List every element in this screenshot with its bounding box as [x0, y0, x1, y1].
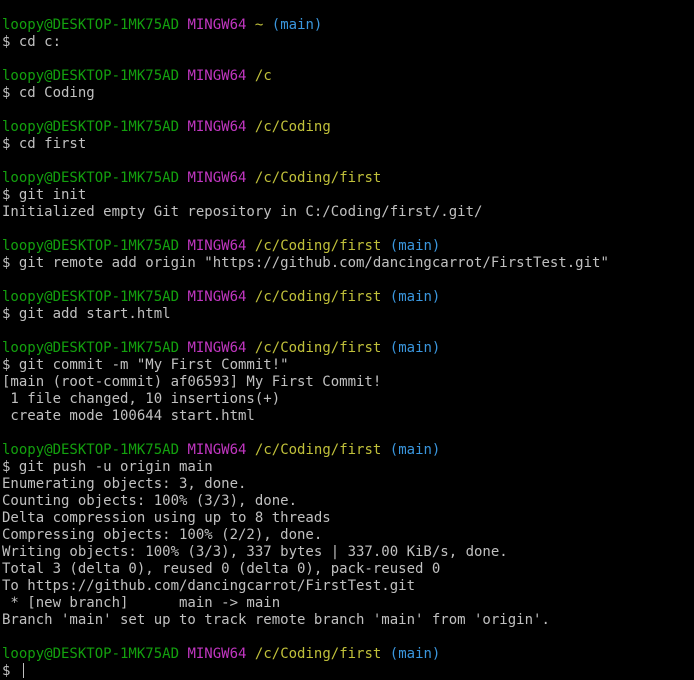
prompt-msystem: MINGW64	[187, 170, 247, 186]
prompt-line: loopy@DESKTOP-1MK75AD MINGW64 /c/Coding/…	[2, 238, 694, 255]
command-line: $ cd Coding	[2, 85, 694, 102]
output-text: create mode 100644 start.html	[2, 408, 255, 424]
prompt-user-host: loopy@DESKTOP-1MK75AD	[2, 340, 180, 356]
prompt-path: /c/Coding/first	[254, 238, 382, 254]
command-line: $ git push -u origin main	[2, 459, 694, 476]
prompt-user-host: loopy@DESKTOP-1MK75AD	[2, 17, 180, 33]
command-line: $ cd c:	[2, 34, 694, 51]
prompt-msystem: MINGW64	[187, 17, 247, 33]
prompt-path: /c	[254, 68, 272, 84]
output-line: Delta compression using up to 8 threads	[2, 510, 694, 527]
prompt-line: loopy@DESKTOP-1MK75AD MINGW64 /c/Coding/…	[2, 646, 694, 663]
output-line: [main (root-commit) af06593] My First Co…	[2, 374, 694, 391]
prompt-path: /c/Coding/first	[254, 170, 382, 186]
prompt-path: /c/Coding/first	[254, 289, 382, 305]
prompt-branch: (main)	[389, 238, 441, 254]
output-text: 1 file changed, 10 insertions(+)	[2, 391, 281, 407]
output-text: * [new branch] main -> main	[2, 595, 281, 611]
prompt-path: ~	[254, 17, 264, 33]
command-line: $ git commit -m "My First Commit!"	[2, 357, 694, 374]
output-text: To https://github.com/dancingcarrot/Firs…	[2, 578, 416, 594]
prompt-path: /c/Coding/first	[254, 646, 382, 662]
prompt-msystem: MINGW64	[187, 340, 247, 356]
command-text: $ cd first	[2, 136, 87, 152]
output-text: Branch 'main' set up to track remote bra…	[2, 612, 550, 628]
prompt-branch: (main)	[389, 340, 441, 356]
command-text: $ git init	[2, 187, 87, 203]
prompt-line: loopy@DESKTOP-1MK75AD MINGW64 /c/Coding/…	[2, 170, 694, 187]
prompt-msystem: MINGW64	[187, 289, 247, 305]
output-text: Counting objects: 100% (3/3), done.	[2, 493, 298, 509]
output-line: To https://github.com/dancingcarrot/Firs…	[2, 578, 694, 595]
prompt-branch: (main)	[389, 289, 441, 305]
prompt-user-host: loopy@DESKTOP-1MK75AD	[2, 119, 180, 135]
output-text: Enumerating objects: 3, done.	[2, 476, 247, 492]
prompt-msystem: MINGW64	[187, 119, 247, 135]
output-line: Counting objects: 100% (3/3), done.	[2, 493, 694, 510]
prompt-msystem: MINGW64	[187, 442, 247, 458]
prompt-line: loopy@DESKTOP-1MK75AD MINGW64 /c	[2, 68, 694, 85]
command-line: $ git add start.html	[2, 306, 694, 323]
output-line: Initialized empty Git repository in C:/C…	[2, 204, 694, 221]
prompt-path: /c/Coding/first	[254, 442, 382, 458]
output-line: Total 3 (delta 0), reused 0 (delta 0), p…	[2, 561, 694, 578]
command-line: $ cd first	[2, 136, 694, 153]
command-line: $ git remote add origin "https://github.…	[2, 255, 694, 272]
terminal-window[interactable]: loopy@DESKTOP-1MK75AD MINGW64 ~ (main) $ …	[0, 0, 694, 680]
prompt-user-host: loopy@DESKTOP-1MK75AD	[2, 646, 180, 662]
command-text: $ cd Coding	[2, 85, 95, 101]
prompt-path: /c/Coding/first	[254, 340, 382, 356]
output-text: [main (root-commit) af06593] My First Co…	[2, 374, 382, 390]
output-line: 1 file changed, 10 insertions(+)	[2, 391, 694, 408]
output-line: create mode 100644 start.html	[2, 408, 694, 425]
prompt-msystem: MINGW64	[187, 238, 247, 254]
prompt-msystem: MINGW64	[187, 68, 247, 84]
output-text: Writing objects: 100% (3/3), 337 bytes |…	[2, 544, 508, 560]
prompt-user-host: loopy@DESKTOP-1MK75AD	[2, 442, 180, 458]
output-text: Delta compression using up to 8 threads	[2, 510, 331, 526]
command-text: $ git push -u origin main	[2, 459, 213, 475]
command-text: $ git commit -m "My First Commit!"	[2, 357, 289, 373]
prompt-user-host: loopy@DESKTOP-1MK75AD	[2, 238, 180, 254]
output-line: Compressing objects: 100% (2/2), done.	[2, 527, 694, 544]
command-line: $ git init	[2, 187, 694, 204]
prompt-line: loopy@DESKTOP-1MK75AD MINGW64 /c/Coding/…	[2, 340, 694, 357]
prompt-user-host: loopy@DESKTOP-1MK75AD	[2, 289, 180, 305]
prompt-branch: (main)	[389, 442, 441, 458]
prompt-branch: (main)	[389, 646, 441, 662]
command-text: $ git add start.html	[2, 306, 171, 322]
output-line: Enumerating objects: 3, done.	[2, 476, 694, 493]
output-line: * [new branch] main -> main	[2, 595, 694, 612]
prompt-line: loopy@DESKTOP-1MK75AD MINGW64 /c/Coding	[2, 119, 694, 136]
command-line[interactable]: $	[2, 663, 694, 680]
output-line: Branch 'main' set up to track remote bra…	[2, 612, 694, 629]
prompt-branch: (main)	[271, 17, 323, 33]
command-text: $	[2, 663, 19, 679]
prompt-user-host: loopy@DESKTOP-1MK75AD	[2, 68, 180, 84]
output-line: Writing objects: 100% (3/3), 337 bytes |…	[2, 544, 694, 561]
command-text: $ git remote add origin "https://github.…	[2, 255, 609, 271]
output-text: Total 3 (delta 0), reused 0 (delta 0), p…	[2, 561, 441, 577]
prompt-line: loopy@DESKTOP-1MK75AD MINGW64 /c/Coding/…	[2, 442, 694, 459]
prompt-msystem: MINGW64	[187, 646, 247, 662]
prompt-user-host: loopy@DESKTOP-1MK75AD	[2, 170, 180, 186]
output-text: Compressing objects: 100% (2/2), done.	[2, 527, 323, 543]
text-cursor	[22, 663, 24, 678]
prompt-line: loopy@DESKTOP-1MK75AD MINGW64 ~ (main)	[2, 17, 694, 34]
prompt-path: /c/Coding	[254, 119, 331, 135]
command-text: $ cd c:	[2, 34, 62, 50]
prompt-line: loopy@DESKTOP-1MK75AD MINGW64 /c/Coding/…	[2, 289, 694, 306]
output-text: Initialized empty Git repository in C:/C…	[2, 204, 483, 220]
